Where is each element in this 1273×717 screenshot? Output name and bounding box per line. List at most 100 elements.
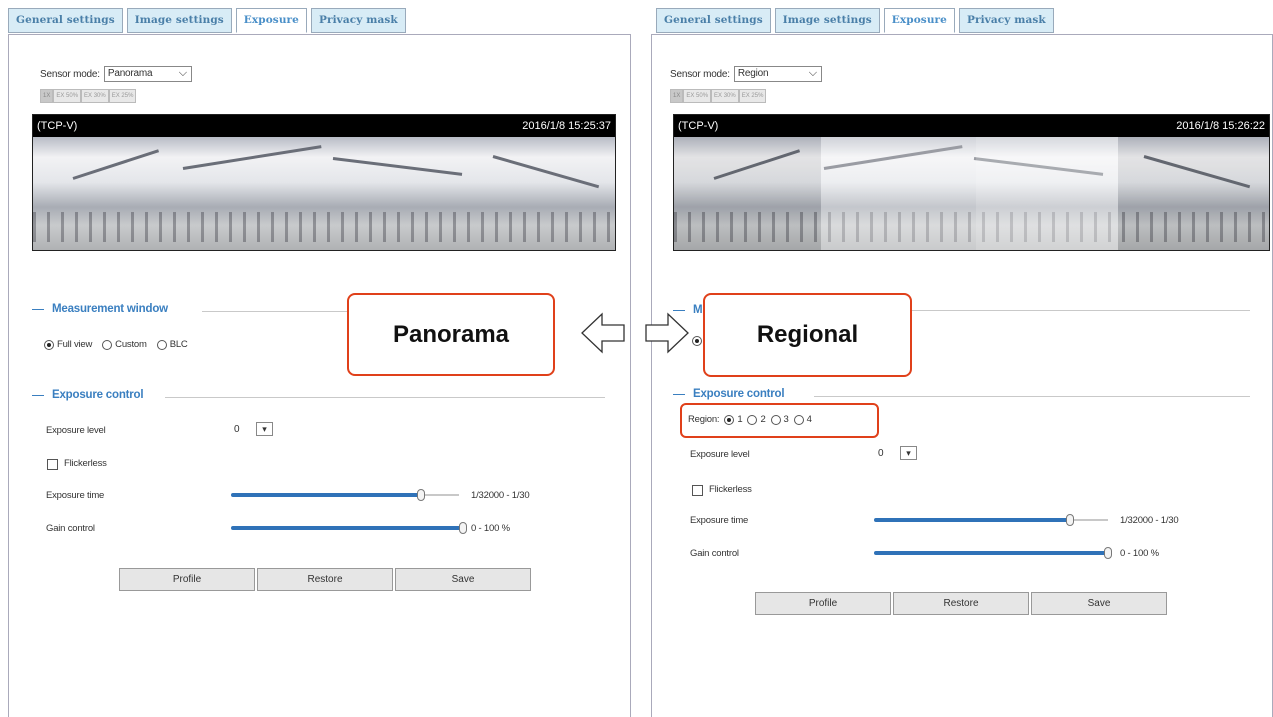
ratio-button-1x[interactable]: 1X — [670, 89, 684, 103]
tab-image-settings[interactable]: Image settings — [126, 8, 232, 33]
video-preview[interactable]: (TCP-V) 2016/1/8 15:26:22 — [673, 114, 1270, 251]
sensor-mode-row: Sensor mode: Panorama ⌵ — [40, 66, 192, 82]
exposure-time-value: 1/32000 - 1/30 — [471, 490, 530, 501]
exposure-control-label: Exposure control — [693, 388, 785, 400]
slider-handle[interactable] — [1104, 547, 1112, 559]
sensor-mode-value: Panorama — [107, 68, 153, 79]
sensor-mode-label: Sensor mode: — [40, 68, 100, 80]
region-1-overlay[interactable] — [674, 137, 821, 250]
profile-button[interactable]: Profile — [755, 592, 891, 615]
action-buttons: Profile Restore Save — [119, 568, 531, 591]
chevron-down-icon: ⌵ — [178, 67, 187, 79]
exposure-level-select[interactable]: 0 ▾ — [234, 422, 273, 436]
tab-privacy-mask[interactable]: Privacy mask — [958, 8, 1054, 33]
exposure-control-title: Exposure control — [32, 389, 144, 401]
panorama-image — [33, 137, 615, 250]
save-button[interactable]: Save — [395, 568, 531, 591]
section-dash — [673, 393, 685, 395]
tab-image-settings[interactable]: Image settings — [774, 8, 880, 33]
ratio-button-30[interactable]: EX 30% — [81, 89, 109, 103]
region-2-overlay[interactable] — [821, 137, 976, 250]
tab-privacy-mask[interactable]: Privacy mask — [310, 8, 406, 33]
ratio-button-50[interactable]: EX 50% — [683, 89, 712, 103]
radio-circle — [102, 339, 113, 350]
panorama-callout: Panorama — [347, 293, 555, 376]
gain-control-label: Gain control — [46, 523, 95, 534]
slider-handle[interactable] — [1066, 514, 1074, 526]
chevron-down-icon: ⌵ — [808, 67, 817, 79]
panorama-image — [674, 137, 1269, 250]
video-caption-bar: (TCP-V) 2016/1/8 15:25:37 — [33, 115, 615, 137]
roof-beam — [182, 145, 322, 170]
restore-button[interactable]: Restore — [257, 568, 393, 591]
exposure-level-value: 0 — [878, 447, 884, 459]
radio-blc[interactable]: BLC — [156, 339, 188, 350]
flickerless-checkbox[interactable] — [692, 485, 703, 496]
tab-general-settings[interactable]: General settings — [656, 8, 771, 33]
exposure-control-label: Exposure control — [52, 389, 144, 401]
video-protocol: (TCP-V) — [678, 120, 719, 132]
slider-handle[interactable] — [459, 522, 467, 534]
exposure-level-value: 0 — [234, 423, 240, 435]
floor-crowd — [33, 212, 615, 242]
video-caption-bar: (TCP-V) 2016/1/8 15:26:22 — [674, 115, 1269, 137]
slider-fill — [874, 518, 1070, 522]
slider-fill — [231, 526, 463, 530]
tab-bar: General settings Image settings Exposure… — [8, 8, 406, 33]
ratio-button-25[interactable]: EX 25% — [108, 89, 137, 103]
ratio-button-30[interactable]: EX 30% — [711, 89, 739, 103]
radio-full-view[interactable]: Full view — [44, 339, 92, 350]
region-3-overlay[interactable] — [976, 137, 1118, 250]
sensor-mode-value: Region — [737, 68, 769, 79]
gain-control-label: Gain control — [690, 548, 739, 559]
measurement-window-label: M — [693, 304, 703, 316]
tab-exposure[interactable]: Exposure — [883, 8, 955, 33]
action-buttons: Profile Restore Save — [755, 592, 1167, 615]
measurement-window-label: Measurement window — [52, 303, 168, 315]
radio-label: Custom — [115, 339, 147, 350]
exposure-level-select[interactable]: 0 ▾ — [878, 446, 917, 460]
restore-button[interactable]: Restore — [893, 592, 1029, 615]
radio-circle — [156, 339, 167, 350]
profile-button[interactable]: Profile — [119, 568, 255, 591]
regional-callout: Regional — [703, 293, 912, 377]
slider-handle[interactable] — [417, 489, 425, 501]
arrow-left-icon — [581, 312, 625, 354]
region-4-overlay[interactable] — [1118, 137, 1269, 250]
gain-control-slider[interactable] — [227, 522, 467, 534]
video-timestamp: 2016/1/8 15:26:22 — [1176, 120, 1265, 132]
exposure-time-label: Exposure time — [46, 490, 105, 501]
section-divider — [202, 311, 347, 312]
ratio-button-50[interactable]: EX 50% — [53, 89, 82, 103]
exposure-time-slider[interactable] — [870, 514, 1108, 526]
video-preview[interactable]: (TCP-V) 2016/1/8 15:25:37 — [32, 114, 616, 251]
section-divider — [165, 397, 605, 398]
section-dash — [32, 394, 44, 396]
slider-track — [1074, 519, 1108, 521]
video-protocol: (TCP-V) — [37, 120, 78, 132]
slider-fill — [231, 493, 421, 497]
flickerless-label: Flickerless — [64, 458, 107, 469]
radio-custom[interactable]: Custom — [102, 339, 147, 350]
gain-control-slider[interactable] — [870, 547, 1112, 559]
slider-fill — [874, 551, 1108, 555]
tab-general-settings[interactable]: General settings — [8, 8, 123, 33]
measurement-options: Full view Custom BLC — [44, 339, 188, 350]
ratio-button-25[interactable]: EX 25% — [738, 89, 767, 103]
radio-full-view[interactable] — [692, 336, 702, 346]
exposure-time-slider[interactable] — [227, 489, 459, 501]
video-timestamp: 2016/1/8 15:25:37 — [522, 120, 611, 132]
sensor-mode-select[interactable]: Panorama ⌵ — [103, 66, 192, 82]
section-divider — [814, 396, 1250, 397]
save-button[interactable]: Save — [1031, 592, 1167, 615]
sensor-mode-select[interactable]: Region ⌵ — [733, 66, 822, 82]
flickerless-checkbox[interactable] — [47, 459, 58, 470]
arrow-right-icon — [645, 312, 689, 354]
radio-circle — [44, 339, 54, 350]
exposure-level-label: Exposure level — [46, 425, 106, 436]
exposure-level-label: Exposure level — [690, 449, 750, 460]
ratio-button-1x[interactable]: 1X — [40, 89, 54, 103]
tab-exposure[interactable]: Exposure — [235, 8, 307, 33]
region-selector-highlight — [680, 403, 879, 438]
zoom-ratio-buttons: 1X EX 50% EX 30% EX 25% — [40, 89, 137, 103]
